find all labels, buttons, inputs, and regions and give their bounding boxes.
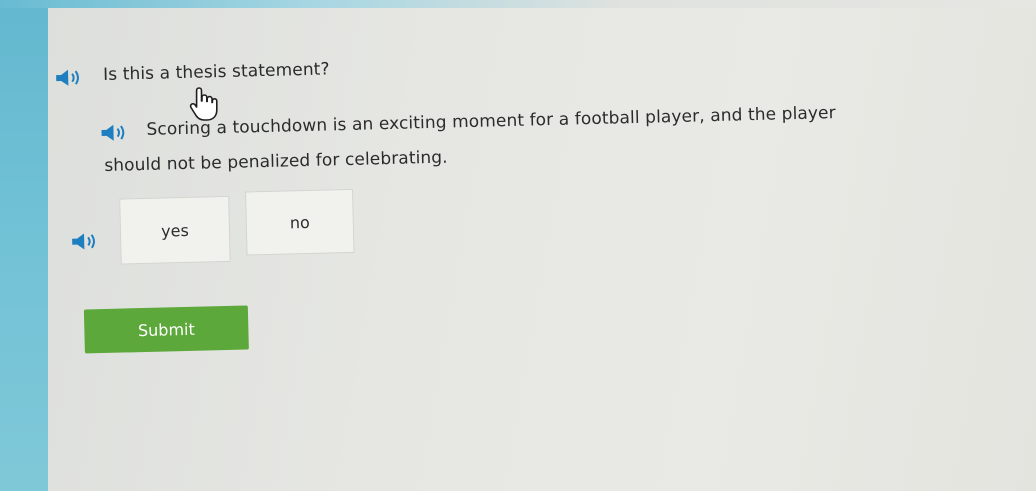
speaker-icon[interactable] bbox=[54, 67, 84, 88]
question-prompt: Is this a thesis statement? bbox=[102, 59, 330, 85]
choice-yes-button[interactable]: yes bbox=[119, 195, 231, 265]
choice-no-button[interactable]: no bbox=[245, 188, 355, 256]
submit-button[interactable]: Submit bbox=[83, 305, 249, 354]
speaker-icon[interactable] bbox=[99, 122, 129, 143]
statement-line-2: should not be penalized for celebrating. bbox=[104, 147, 448, 176]
speaker-icon[interactable] bbox=[70, 231, 100, 252]
statement-line-1: Scoring a touchdown is an exciting momen… bbox=[146, 103, 836, 140]
submit-label: Submit bbox=[137, 319, 195, 340]
choice-no-label: no bbox=[289, 212, 310, 232]
choice-yes-label: yes bbox=[160, 220, 190, 241]
question-panel: Is this a thesis statement? Scoring a to… bbox=[0, 0, 1036, 491]
